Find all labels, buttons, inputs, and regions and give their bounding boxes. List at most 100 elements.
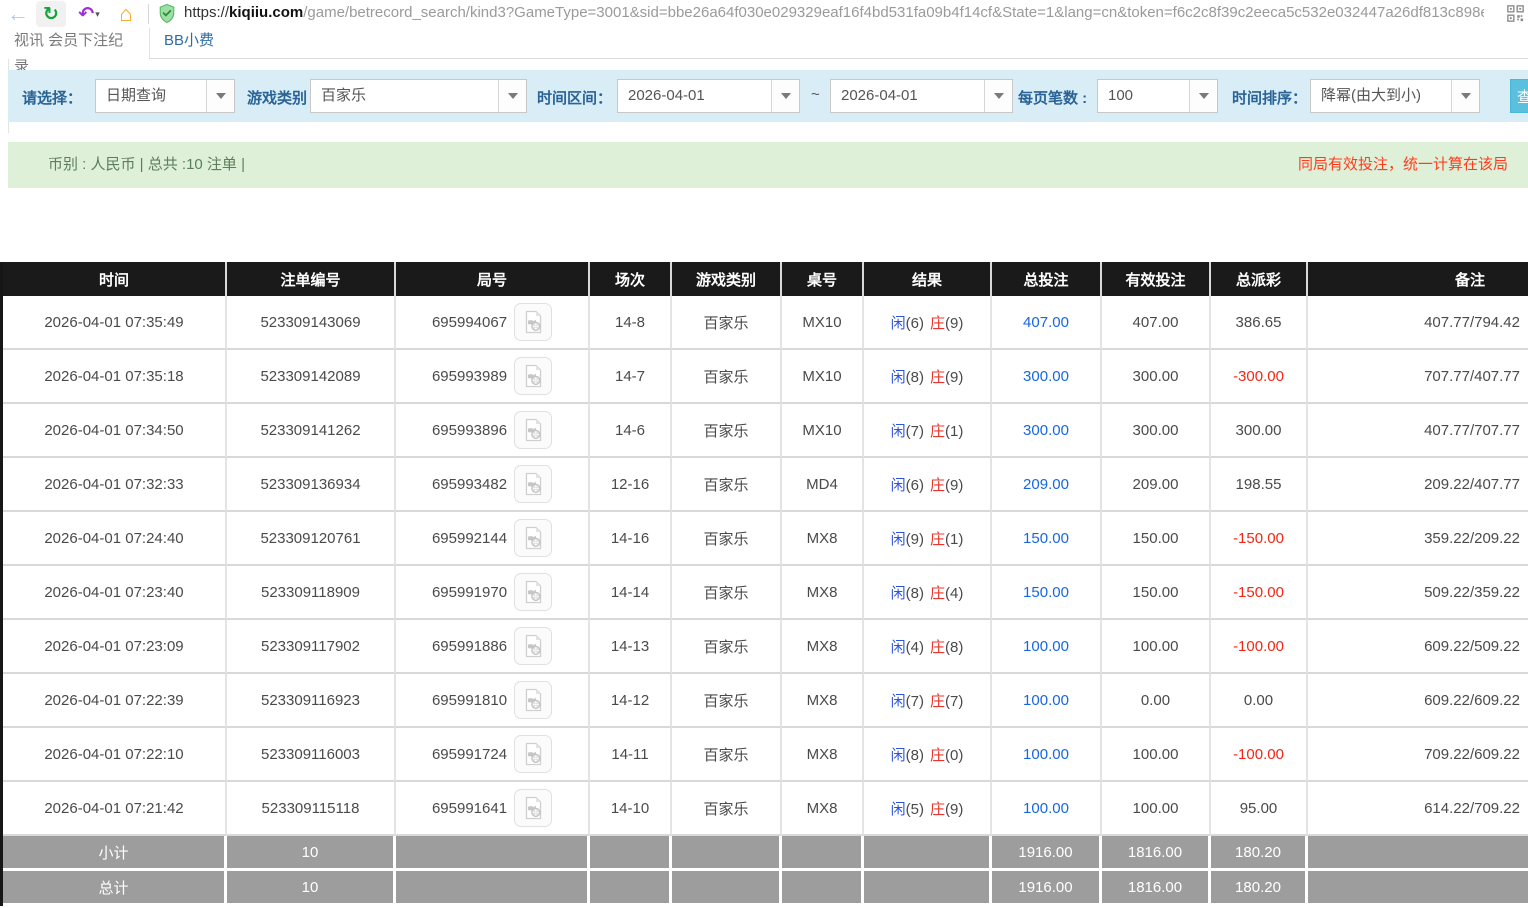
table-body: 2026-04-01 07:35:49 523309143069 6959940… [3, 296, 1528, 836]
cell-bet-id: 523309141262 [227, 404, 396, 458]
query-mode-value: 日期查询 [96, 80, 206, 112]
video-replay-button[interactable] [514, 357, 552, 395]
undo-arrow: ↶ [78, 3, 94, 26]
url-scheme: https:// [184, 4, 229, 21]
subtotal-label: 小计 [3, 836, 227, 871]
result-player-score: (6) [906, 315, 924, 332]
sort-order-value: 降幂(由大到小) [1311, 80, 1451, 112]
cell-game: 百家乐 [672, 674, 782, 728]
result-player-label: 闲 [891, 531, 906, 548]
cell-session: 14-11 [590, 728, 672, 782]
page-size-dropdown[interactable] [1189, 80, 1217, 112]
date-from-dropdown[interactable] [771, 80, 799, 112]
total-bet-link[interactable]: 100.00 [1023, 800, 1069, 817]
cell-result: 闲(7)庄(1) [864, 404, 992, 458]
video-replay-button[interactable] [514, 789, 552, 827]
search-button[interactable]: 查询 [1510, 79, 1528, 113]
cell-round-id: 695991724 [396, 728, 590, 782]
valid-bet-value: 150.00 [1133, 584, 1179, 601]
address-bar[interactable]: https://kiqiiu.com/game/betrecord_search… [184, 4, 1484, 24]
cell-note: 359.22/209.22 [1308, 512, 1528, 566]
game-type-select[interactable]: 百家乐 [310, 79, 527, 113]
video-replay-button[interactable] [514, 519, 552, 557]
result-player-score: (8) [906, 369, 924, 386]
home-icon[interactable]: ⌂ [112, 1, 140, 27]
cell-total-bet: 300.00 [992, 350, 1102, 404]
tab-bb-tip[interactable]: BB小费 [150, 28, 228, 59]
subtotal-total-bet: 1916.00 [992, 836, 1102, 871]
video-replay-button[interactable] [514, 627, 552, 665]
tab-video-bet-records[interactable]: 视讯 会员下注纪录 [0, 28, 150, 59]
security-shield-icon[interactable] [158, 3, 176, 29]
video-replay-button[interactable] [514, 681, 552, 719]
cell-session: 14-14 [590, 566, 672, 620]
payout-value: -150.00 [1233, 584, 1284, 601]
sort-order-select[interactable]: 降幂(由大到小) [1310, 79, 1480, 113]
total-bet-link[interactable]: 150.00 [1023, 584, 1069, 601]
query-mode-select[interactable]: 日期查询 [95, 79, 235, 113]
result-banker-label: 庄 [930, 315, 945, 332]
query-mode-dropdown[interactable] [206, 80, 234, 112]
page-size-select[interactable]: 100 [1097, 79, 1218, 113]
total-bet-link[interactable]: 100.00 [1023, 638, 1069, 655]
undo-icon[interactable]: ↶▾ [74, 1, 104, 27]
date-to-dropdown[interactable] [984, 80, 1012, 112]
cell-time: 2026-04-01 07:34:50 [3, 404, 227, 458]
video-file-icon [521, 796, 545, 820]
cell-time: 2026-04-01 07:32:33 [3, 458, 227, 512]
cell-note: 609.22/509.22 [1308, 620, 1528, 674]
result-player-score: (7) [906, 693, 924, 710]
video-file-icon [521, 580, 545, 604]
video-replay-button[interactable] [514, 465, 552, 503]
total-bet-link[interactable]: 300.00 [1023, 368, 1069, 385]
video-replay-button[interactable] [514, 735, 552, 773]
cell-game: 百家乐 [672, 404, 782, 458]
game-type-dropdown[interactable] [498, 80, 526, 112]
video-replay-button[interactable] [514, 411, 552, 449]
date-from-value: 2026-04-01 [618, 80, 771, 112]
total-bet-link[interactable]: 100.00 [1023, 746, 1069, 763]
subtotal-payout: 180.20 [1211, 836, 1308, 871]
cell-table-no: MX8 [782, 566, 864, 620]
result-player-label: 闲 [891, 639, 906, 656]
video-replay-button[interactable] [514, 573, 552, 611]
cell-result: 闲(7)庄(7) [864, 674, 992, 728]
tab-bar: 视讯 会员下注纪录 BB小费 [0, 28, 1528, 59]
reload-icon[interactable]: ↻ [36, 1, 66, 27]
cell-valid-bet: 100.00 [1102, 782, 1211, 836]
col-valid-bet: 有效投注 [1102, 262, 1211, 296]
date-from-input[interactable]: 2026-04-01 [617, 79, 800, 113]
video-file-icon [521, 526, 545, 550]
undo-dropdown-caret-icon[interactable]: ▾ [95, 9, 100, 20]
qr-code-icon[interactable] [1507, 5, 1524, 27]
cell-time: 2026-04-01 07:22:10 [3, 728, 227, 782]
currency-total-text: 币别 : 人民币 | 总共 :10 注单 | [48, 142, 245, 188]
payout-value: -150.00 [1233, 530, 1284, 547]
total-bet-link[interactable]: 100.00 [1023, 692, 1069, 709]
back-icon[interactable]: ← [4, 1, 32, 27]
cell-table-no: MX8 [782, 782, 864, 836]
total-bet-link[interactable]: 300.00 [1023, 422, 1069, 439]
valid-bet-value: 407.00 [1133, 314, 1179, 331]
table-row: 2026-04-01 07:35:18 523309142089 6959939… [3, 350, 1528, 404]
total-bet-link[interactable]: 150.00 [1023, 530, 1069, 547]
cell-table-no: MX8 [782, 728, 864, 782]
cell-bet-id: 523309118909 [227, 566, 396, 620]
total-bet-link[interactable]: 407.00 [1023, 314, 1069, 331]
total-bet-link[interactable]: 209.00 [1023, 476, 1069, 493]
date-range-tilde: ~ [811, 86, 820, 103]
cell-total-bet: 209.00 [992, 458, 1102, 512]
cell-bet-id: 523309116003 [227, 728, 396, 782]
date-to-input[interactable]: 2026-04-01 [830, 79, 1013, 113]
table-row: 2026-04-01 07:34:50 523309141262 6959938… [3, 404, 1528, 458]
cell-valid-bet: 0.00 [1102, 674, 1211, 728]
cell-time: 2026-04-01 07:35:49 [3, 296, 227, 350]
result-player-score: (6) [906, 477, 924, 494]
sort-order-dropdown[interactable] [1451, 80, 1479, 112]
cell-total-bet: 100.00 [992, 674, 1102, 728]
cell-valid-bet: 150.00 [1102, 512, 1211, 566]
chevron-down-icon [508, 93, 518, 99]
result-banker-score: (4) [945, 585, 963, 602]
video-replay-button[interactable] [514, 303, 552, 341]
col-payout: 总派彩 [1211, 262, 1308, 296]
